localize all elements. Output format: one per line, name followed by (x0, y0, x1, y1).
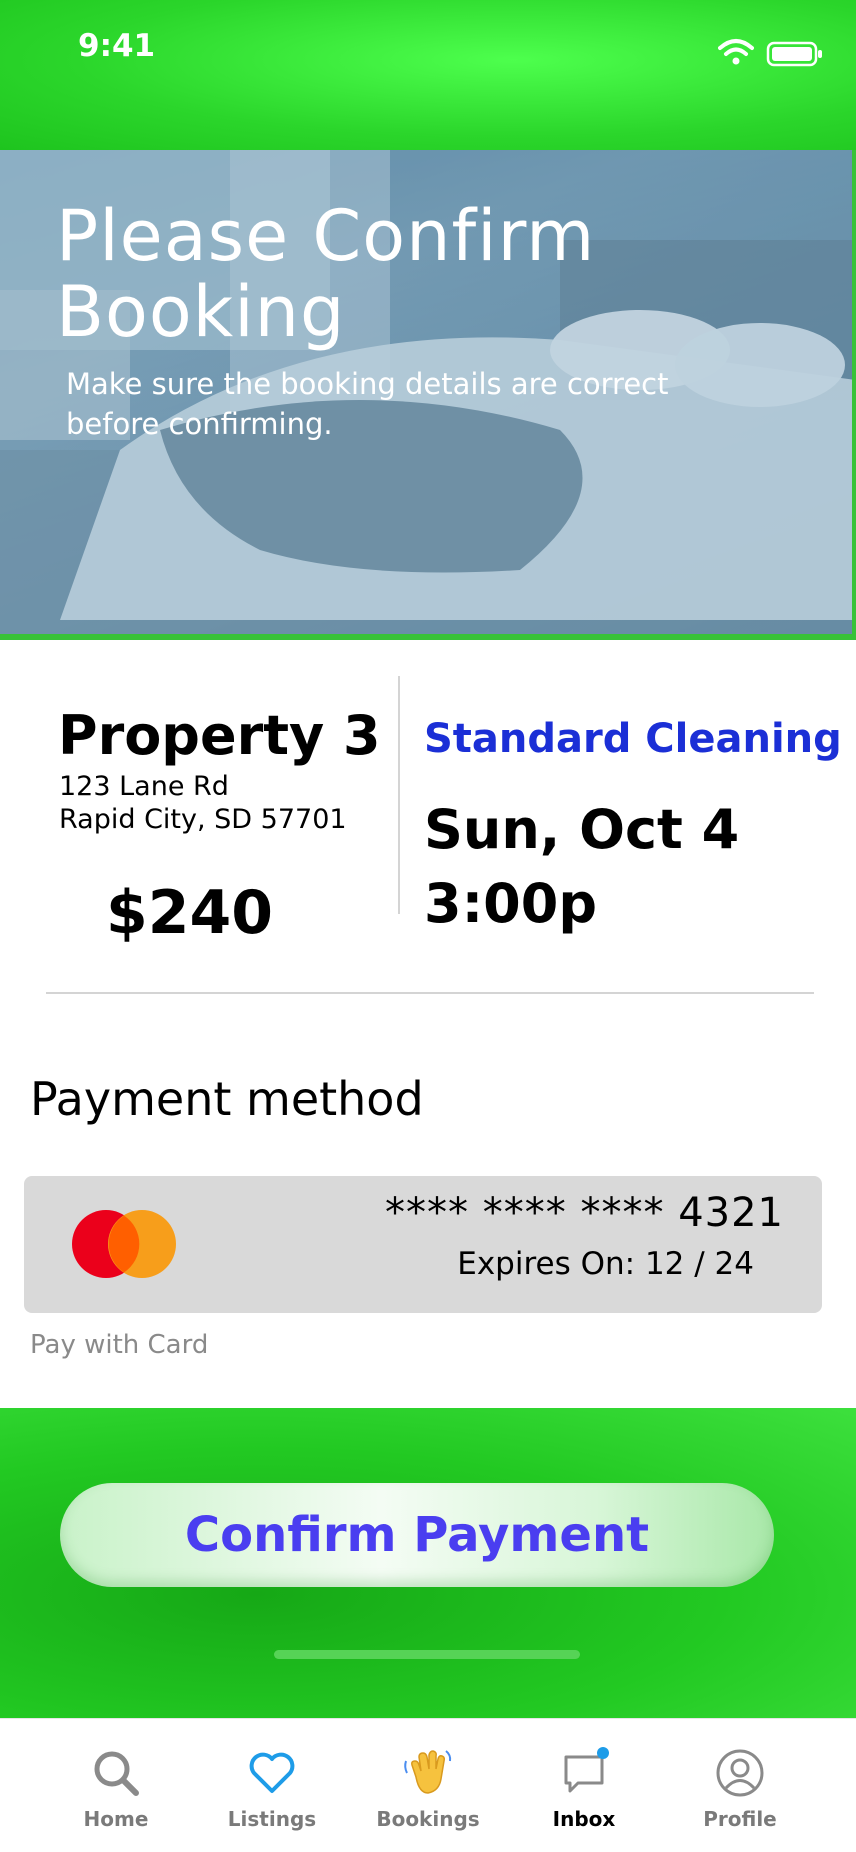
tab-label-listings: Listings (227, 1807, 317, 1831)
page-title: Please Confirm Booking (56, 195, 596, 353)
tab-label-bookings: Bookings (376, 1807, 480, 1831)
heart-icon (249, 1752, 295, 1793)
home-indicator (274, 1650, 580, 1659)
tab-label-home: Home (83, 1807, 149, 1831)
notification-dot (597, 1747, 609, 1759)
booking-summary: Property 3 123 Lane Rd Rapid City, SD 57… (0, 660, 856, 1000)
tab-bookings[interactable]: Bookings (358, 1747, 498, 1847)
booking-price: $240 (106, 878, 273, 948)
tab-bar: Home Listings Bookings Inbox Profile (0, 1718, 856, 1852)
user-circle-icon (716, 1749, 764, 1797)
page-subtitle: Make sure the booking details are correc… (66, 367, 669, 441)
service-type: Standard Cleaning (424, 716, 842, 762)
pay-with-card-label: Pay with Card (30, 1330, 209, 1360)
section-divider (46, 992, 814, 994)
confirm-payment-button[interactable]: Confirm Payment (60, 1483, 774, 1587)
search-icon (94, 1751, 139, 1796)
card-number: **** **** **** 4321 (385, 1190, 784, 1236)
property-name: Property 3 (58, 704, 381, 767)
tab-label-profile: Profile (703, 1807, 777, 1831)
confirm-section: Confirm Payment (0, 1408, 856, 1718)
battery-icon (766, 41, 822, 67)
status-bar: 9:41 (0, 0, 856, 150)
booking-date: Sun, Oct 4 (424, 798, 740, 861)
payment-card[interactable]: **** **** **** 4321 Expires On: 12 / 24 (24, 1176, 822, 1313)
tab-label-inbox: Inbox (552, 1807, 616, 1831)
wifi-icon (718, 39, 754, 65)
property-address: 123 Lane Rd Rapid City, SD 57701 (59, 770, 379, 836)
payment-method-heading: Payment method (30, 1072, 424, 1126)
tab-profile[interactable]: Profile (670, 1747, 810, 1847)
address-line-1: 123 Lane Rd (59, 771, 229, 802)
mastercard-icon (72, 1210, 176, 1278)
status-time: 9:41 (78, 28, 156, 64)
vertical-divider (398, 676, 400, 914)
address-line-2: Rapid City, SD 57701 (59, 804, 347, 835)
tab-inbox[interactable]: Inbox (514, 1747, 654, 1847)
booking-time: 3:00p (424, 872, 597, 935)
hero-banner: Please Confirm Booking Make sure the boo… (0, 150, 856, 640)
waving-hand-icon (404, 1750, 452, 1794)
tab-listings[interactable]: Listings (202, 1747, 342, 1847)
card-expiry: Expires On: 12 / 24 (457, 1246, 754, 1282)
tab-home[interactable]: Home (46, 1747, 186, 1847)
